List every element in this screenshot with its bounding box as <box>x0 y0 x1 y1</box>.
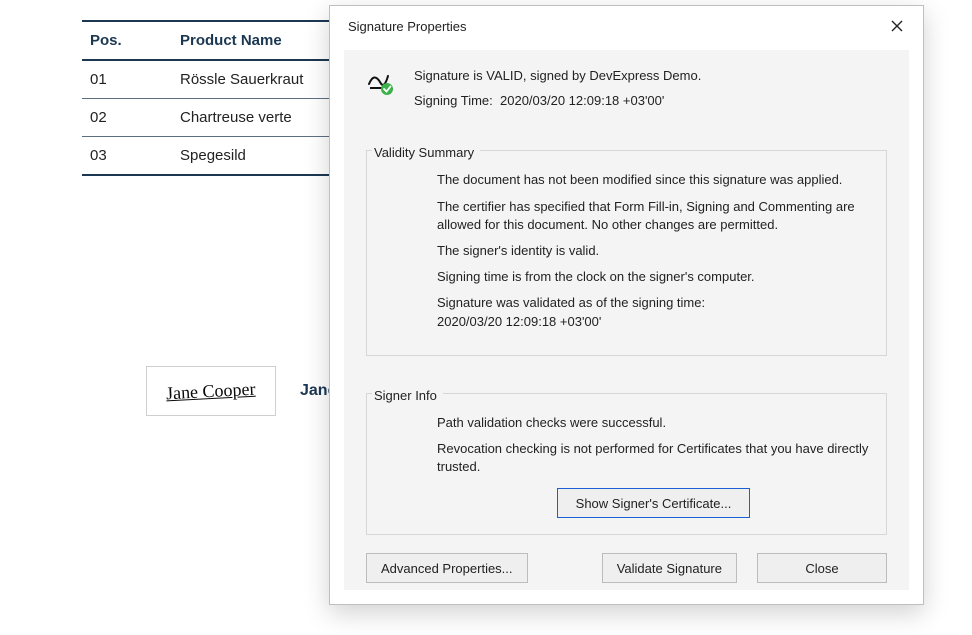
validity-text: Signature was validated as of the signin… <box>437 294 870 330</box>
valid-line: Signature is VALID, signed by DevExpress… <box>414 64 887 89</box>
signature-summary-row: Signature is VALID, signed by DevExpress… <box>366 64 887 113</box>
signature-properties-dialog: Signature Properties Signature is VALID,… <box>329 5 924 605</box>
col-pos: Pos. <box>82 21 172 60</box>
validity-text: Signing time is from the clock on the si… <box>437 268 870 286</box>
signer-info-box: Path validation checks were successful. … <box>366 393 887 536</box>
dialog-footer: Advanced Properties... Validate Signatur… <box>366 553 887 583</box>
validity-summary-label: Validity Summary <box>372 145 480 160</box>
validity-text: The signer's identity is valid. <box>437 242 870 260</box>
signer-info-section: Signer Info Path validation checks were … <box>366 362 887 536</box>
signature-summary-text: Signature is VALID, signed by DevExpress… <box>414 64 887 113</box>
validity-text: The document has not been modified since… <box>437 171 870 189</box>
validity-summary-box: The document has not been modified since… <box>366 150 887 355</box>
signing-time-label: Signing Time: <box>414 93 493 108</box>
dialog-body: Signature is VALID, signed by DevExpress… <box>344 50 909 590</box>
signature-valid-icon <box>366 64 400 113</box>
dialog-title-text: Signature Properties <box>348 19 467 34</box>
cell-pos: 03 <box>82 137 172 176</box>
signer-info-text: Revocation checking is not performed for… <box>437 440 870 476</box>
signer-info-label: Signer Info <box>372 388 443 403</box>
cell-pos: 02 <box>82 99 172 137</box>
close-icon[interactable] <box>881 12 913 40</box>
close-button[interactable]: Close <box>757 553 887 583</box>
cell-pos: 01 <box>82 60 172 99</box>
validity-summary-section: Validity Summary The document has not be… <box>366 119 887 355</box>
show-signers-certificate-button[interactable]: Show Signer's Certificate... <box>557 488 751 518</box>
dialog-titlebar: Signature Properties <box>330 6 923 40</box>
signature-handwriting: Jane Cooper <box>166 378 256 404</box>
advanced-properties-button[interactable]: Advanced Properties... <box>366 553 528 583</box>
validity-text: The certifier has specified that Form Fi… <box>437 198 870 234</box>
validate-signature-button[interactable]: Validate Signature <box>602 553 737 583</box>
signer-info-text: Path validation checks were successful. <box>437 414 870 432</box>
signing-time-value: 2020/03/20 12:09:18 +03'00' <box>500 93 664 108</box>
signing-time-line: Signing Time: 2020/03/20 12:09:18 +03'00… <box>414 89 887 114</box>
signature-image[interactable]: Jane Cooper <box>146 366 276 416</box>
